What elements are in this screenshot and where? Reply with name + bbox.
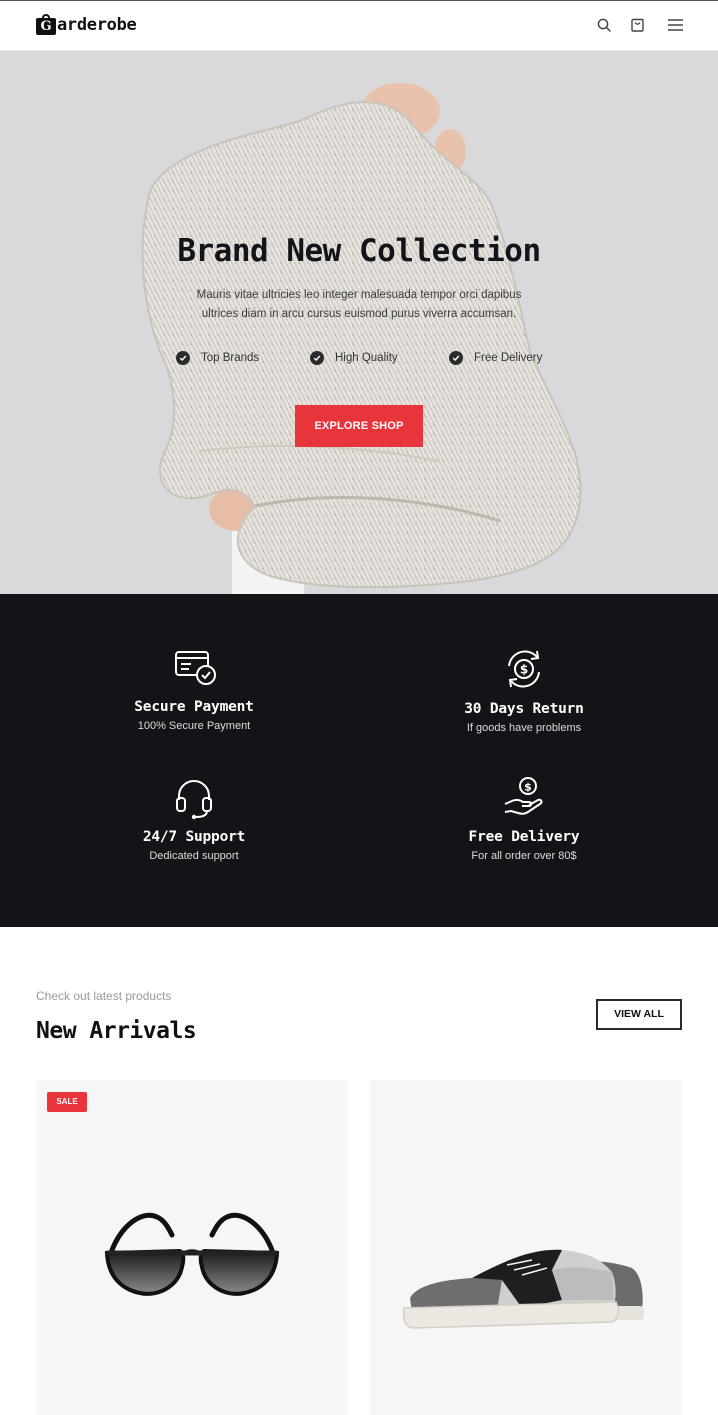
logo-letter: G — [36, 18, 56, 35]
service-item: Secure Payment 100% Secure Payment — [74, 644, 314, 732]
service-desc: For all order over 80$ — [471, 850, 577, 862]
feature-item: Top Brands — [176, 351, 259, 365]
check-circle-icon — [310, 351, 324, 365]
search-icon[interactable] — [595, 16, 613, 34]
money-return-icon: $ — [508, 650, 540, 688]
svg-text:$: $ — [524, 781, 532, 794]
feature-label: Free Delivery — [474, 352, 543, 364]
hero-banner: Brand New Collection Mauris vitae ultric… — [0, 51, 718, 594]
feature-item: Free Delivery — [449, 351, 542, 365]
sneaker-image — [402, 1249, 644, 1329]
secure-card-icon — [175, 651, 216, 685]
feature-label: Top Brands — [201, 352, 260, 364]
view-all-button[interactable]: VIEW ALL — [596, 999, 682, 1030]
explore-shop-button[interactable]: EXPLORE SHOP — [295, 405, 423, 447]
bag-icon[interactable] — [628, 16, 646, 34]
service-desc: 100% Secure Payment — [137, 720, 251, 732]
svg-text:$: $ — [520, 663, 528, 677]
check-circle-icon — [449, 351, 463, 365]
sunglasses-image — [104, 1212, 280, 1296]
service-item: 24/7 Support Dedicated support — [74, 774, 314, 862]
hero-subtitle: Mauris vitae ultricies leo integer males… — [196, 289, 522, 320]
hero-title: Brand New Collection — [177, 233, 541, 269]
feature-item: High Quality — [310, 351, 398, 365]
feature-label: High Quality — [335, 352, 398, 364]
service-desc: If goods have problems — [466, 722, 582, 734]
services-band: Secure Payment 100% Secure Payment $ 30 … — [0, 594, 718, 927]
hero-feature-list: Top Brands High Quality Free Delivery — [176, 351, 556, 369]
service-title: Secure Payment — [134, 699, 254, 715]
service-item: $ Free Delivery For all order over 80$ — [404, 774, 644, 862]
sale-badge: SALE — [47, 1092, 87, 1112]
service-title: 30 Days Return — [464, 701, 584, 717]
arrivals-title: New Arrivals — [36, 1018, 197, 1044]
arrivals-kicker: Check out latest products — [36, 989, 172, 1003]
hand-coin-icon: $ — [504, 777, 543, 815]
service-title: 24/7 Support — [142, 829, 246, 845]
service-desc: Dedicated support — [149, 850, 239, 862]
check-circle-icon — [176, 351, 190, 365]
logo[interactable]: G arderobe — [36, 14, 137, 35]
header-actions — [595, 16, 684, 34]
logo-bag-icon: G — [36, 14, 56, 35]
service-item: $ 30 Days Return If goods have problems — [404, 646, 644, 734]
site-header: G arderobe — [0, 0, 718, 51]
product-card[interactable] — [370, 1080, 682, 1415]
headset-icon — [176, 780, 212, 820]
service-title: Free Delivery — [468, 829, 580, 845]
product-card[interactable]: SALE — [36, 1080, 348, 1415]
logo-text: arderobe — [57, 14, 137, 35]
menu-icon[interactable] — [666, 16, 684, 34]
